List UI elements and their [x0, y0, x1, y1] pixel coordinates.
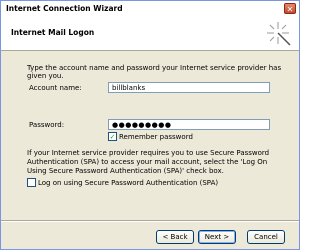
wizard-sparkle-icon: [267, 22, 291, 46]
spa-checkbox[interactable]: [27, 178, 36, 187]
wizard-body: Type the account name and password your …: [1, 51, 299, 221]
account-name-input[interactable]: billblanks: [108, 82, 270, 93]
footer-divider: [1, 220, 299, 222]
wizard-header: Internet Mail Logon: [1, 17, 299, 51]
window-title: Internet Connection Wizard: [6, 4, 123, 13]
close-icon: ✕: [286, 5, 294, 14]
wizard-window: Internet Connection Wizard ✕ Internet Ma…: [0, 0, 300, 250]
spa-info-text: If your Internet service provider requir…: [27, 149, 270, 175]
spa-checkbox-label[interactable]: Log on using Secure Password Authenticat…: [38, 179, 218, 187]
page-title: Internet Mail Logon: [11, 28, 95, 37]
title-bar: Internet Connection Wizard ✕: [1, 1, 299, 17]
intro-text: Type the account name and password your …: [27, 64, 282, 80]
account-name-label: Account name:: [29, 84, 82, 92]
checkmark-icon: ✓: [109, 133, 116, 141]
password-label: Password:: [29, 121, 65, 129]
close-button[interactable]: ✕: [284, 3, 296, 14]
remember-password-checkbox[interactable]: ✓: [108, 132, 117, 141]
cancel-button[interactable]: Cancel: [247, 230, 285, 244]
remember-password-label[interactable]: Remember password: [119, 133, 193, 141]
back-button[interactable]: < Back: [156, 230, 194, 244]
password-input[interactable]: ●●●●●●●●●: [108, 119, 270, 130]
next-button[interactable]: Next >: [198, 230, 236, 244]
